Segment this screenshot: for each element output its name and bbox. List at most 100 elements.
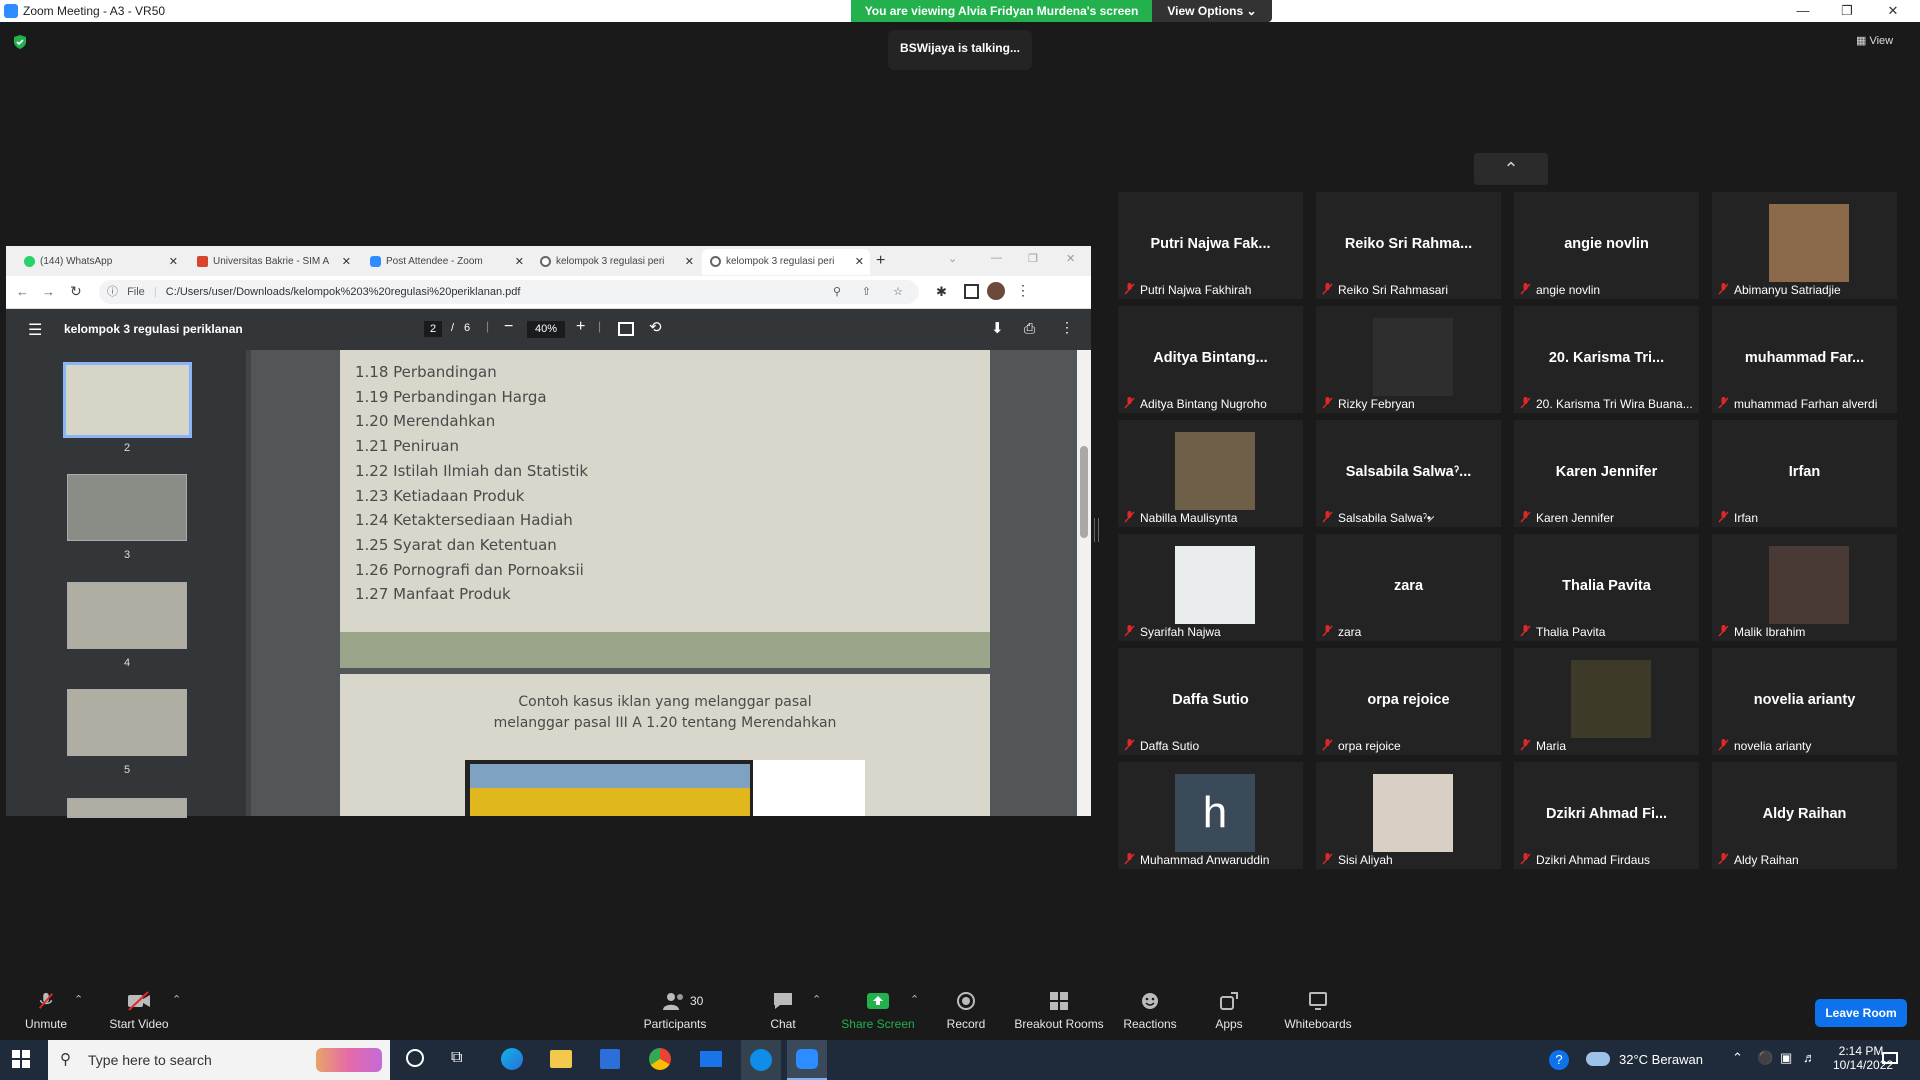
apps-button[interactable]: Apps [1209,975,1249,1031]
browser-tab-active[interactable]: kelompok 3 regulasi peri ✕ [702,249,870,275]
unmute-button[interactable]: Unmute [16,975,76,1031]
participant-tile[interactable]: Salsabila Salwaˀ... Salsabila Salwaˀ•̷ [1316,420,1501,527]
participant-tile[interactable]: h Muhammad Anwaruddin [1118,762,1303,869]
collapse-gallery-button[interactable]: ⌃ [1474,153,1548,185]
start-video-button[interactable]: Start Video [104,975,174,1031]
browser-close-icon[interactable]: ✕ [1066,252,1075,265]
back-icon[interactable]: ← [16,284,29,299]
page-thumbnail[interactable] [67,798,187,818]
browser-restore-icon[interactable]: ❐ [1028,252,1038,265]
participant-tile[interactable]: Thalia Pavita Thalia Pavita [1514,534,1699,641]
participant-tile[interactable]: Daffa Sutio Daffa Sutio [1118,648,1303,755]
store-icon[interactable] [600,1049,620,1069]
browser-tab[interactable]: kelompok 3 regulasi peri ✕ [532,249,700,275]
edge-icon[interactable] [501,1048,523,1070]
page-thumbnail[interactable] [67,582,187,649]
close-tab-icon[interactable]: ✕ [515,249,524,275]
clock[interactable]: 2:14 PM 10/14/2022 [1833,1044,1893,1072]
reactions-button[interactable]: Reactions [1120,975,1180,1031]
mail-icon[interactable] [700,1051,722,1067]
browser-tab[interactable]: (144) WhatsApp ✕ [16,249,184,275]
breakout-rooms-button[interactable]: Breakout Rooms [1010,975,1108,1031]
participant-tile[interactable]: Putri Najwa Fak... Putri Najwa Fakhirah [1118,192,1303,299]
view-button[interactable]: ▦ View [1856,34,1893,47]
zoom-in-icon[interactable]: + [576,318,585,336]
video-options-caret-icon[interactable]: ⌃ [172,993,181,1006]
participant-tile[interactable]: Nabilla Maulisynta [1118,420,1303,527]
file-explorer-icon[interactable] [550,1050,572,1068]
participant-tile[interactable]: Aditya Bintang... Aditya Bintang Nugroho [1118,306,1303,413]
bookmark-star-icon[interactable]: ☆ [893,280,903,304]
kebab-menu-icon[interactable]: ⋮ [1016,282,1030,299]
zoom-level-input[interactable]: 40% [527,321,565,338]
extensions-icon[interactable]: ✱ [936,284,947,300]
participant-tile[interactable]: Irfan Irfan [1712,420,1897,527]
hamburger-menu-icon[interactable]: ☰ [28,320,42,340]
print-icon[interactable]: ⎙ [1024,320,1035,337]
participant-tile[interactable]: Sisi Aliyah [1316,762,1501,869]
microphone-tray-icon[interactable]: ⚫ [1757,1050,1773,1066]
participant-tile[interactable]: Syarifah Najwa [1118,534,1303,641]
maximize-icon[interactable]: ❐ [1832,2,1862,20]
sidepanel-icon[interactable] [964,284,979,299]
share-icon[interactable]: ⇧ [862,280,871,304]
forward-icon[interactable]: → [42,284,55,299]
share-options-caret-icon[interactable]: ⌃ [910,993,919,1006]
taskbar-search[interactable]: ⚲ Type here to search [48,1040,390,1080]
leave-room-button[interactable]: Leave Room [1815,999,1907,1027]
close-tab-icon[interactable]: ✕ [685,249,694,275]
page-thumbnail[interactable] [63,362,192,438]
zoom-taskbar-item[interactable] [787,1040,827,1080]
page-number-input[interactable]: 2 [424,321,442,337]
more-options-icon[interactable]: ⋮ [1060,319,1074,336]
new-tab-icon[interactable]: + [876,252,885,270]
share-screen-button[interactable]: Share Screen [838,975,918,1031]
volume-icon[interactable]: ♬ [1803,1050,1816,1065]
participant-tile[interactable]: Aldy Raihan Aldy Raihan [1712,762,1897,869]
page-thumbnail[interactable] [67,689,187,756]
participant-tile[interactable]: Abimanyu Satriadjie [1712,192,1897,299]
page-thumbnail[interactable] [67,474,187,541]
help-icon[interactable]: ? [1549,1050,1569,1070]
cortana-icon[interactable] [406,1049,424,1067]
record-button[interactable]: Record [941,975,991,1031]
weather-text[interactable]: 32°C Berawan [1619,1052,1703,1067]
close-tab-icon[interactable]: ✕ [855,249,864,275]
chat-options-caret-icon[interactable]: ⌃ [812,993,821,1006]
participant-tile[interactable]: novelia arianty novelia arianty [1712,648,1897,755]
participant-tile[interactable]: 20. Karisma Tri... 20. Karisma Tri Wira B… [1514,306,1699,413]
chat-button[interactable]: Chat [758,975,808,1031]
view-options-button[interactable]: View Options ⌄ [1152,0,1272,22]
scrollbar-thumb[interactable] [1080,446,1088,538]
participant-tile[interactable]: Maria [1514,648,1699,755]
pdf-scrollbar[interactable] [1077,350,1091,816]
participant-tile[interactable]: muhammad Far... muhammad Farhan alverdi [1712,306,1897,413]
task-view-icon[interactable]: ⧉ [451,1049,462,1067]
chrome-icon[interactable] [649,1048,671,1070]
url-input[interactable]: ⓘ File | C:/Users/user/Downloads/kelompo… [99,280,919,304]
participant-tile[interactable]: Karen Jennifer Karen Jennifer [1514,420,1699,527]
close-tab-icon[interactable]: ✕ [169,249,178,275]
rotate-icon[interactable]: ⟲ [649,318,662,336]
windows-start-icon[interactable] [12,1050,30,1073]
whiteboards-button[interactable]: Whiteboards [1280,975,1356,1031]
profile-avatar[interactable] [987,282,1005,300]
shield-icon[interactable] [12,34,28,50]
participant-tile[interactable]: Malik Ibrahim [1712,534,1897,641]
browser-tab[interactable]: Universitas Bakrie - SIM A ✕ [189,249,357,275]
notifications-icon[interactable] [1882,1052,1898,1064]
participant-tile[interactable]: angie novlin angie novlin [1514,192,1699,299]
reload-icon[interactable]: ↻ [70,283,82,300]
participant-tile[interactable]: zara zara [1316,534,1501,641]
minimize-icon[interactable]: — [1788,2,1818,20]
teamviewer-taskbar-item[interactable] [741,1040,781,1080]
close-icon[interactable]: ✕ [1878,2,1908,20]
zoom-out-icon[interactable]: − [504,318,513,336]
audio-options-caret-icon[interactable]: ⌃ [74,993,83,1006]
close-tab-icon[interactable]: ✕ [342,249,351,275]
browser-tab[interactable]: Post Attendee - Zoom ✕ [362,249,530,275]
split-resize-handle[interactable] [1094,518,1099,542]
tab-search-icon[interactable]: ⌄ [948,252,957,265]
network-icon[interactable]: ▣ [1780,1050,1792,1066]
participant-tile[interactable]: orpa rejoice orpa rejoice [1316,648,1501,755]
